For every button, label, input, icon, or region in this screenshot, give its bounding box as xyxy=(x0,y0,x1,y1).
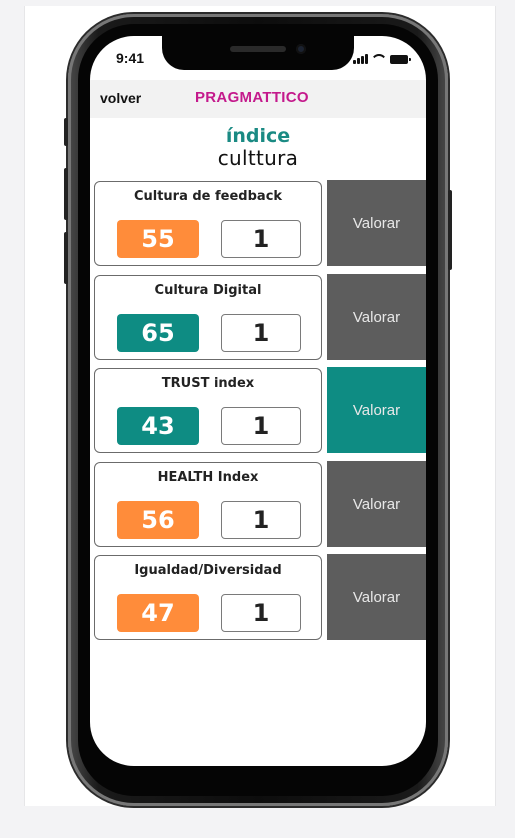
index-list: Cultura de feedback 55 1 Valorar Cultura… xyxy=(94,180,426,648)
camera-icon xyxy=(296,44,306,54)
status-time: 9:41 xyxy=(116,50,145,66)
back-button[interactable]: volver xyxy=(100,90,141,106)
indice-culttura-logo: índice culttura xyxy=(90,126,426,170)
score-badge: 55 xyxy=(117,220,199,258)
index-title: Cultura Digital xyxy=(154,282,262,298)
index-title: Cultura de feedback xyxy=(133,189,283,204)
phone-screen: 9:41 volver PRAGMATTICO índice culttura … xyxy=(90,36,426,766)
count-box: 1 xyxy=(221,500,301,539)
signal-icon xyxy=(353,54,368,64)
score-badge: 65 xyxy=(117,313,199,352)
count-box: 1 xyxy=(221,594,301,632)
index-card: Cultura de feedback 55 1 xyxy=(94,181,322,266)
brand-title: PRAGMATTICO xyxy=(195,89,309,106)
score-badge: 47 xyxy=(117,594,199,632)
valorar-button[interactable]: Valorar xyxy=(327,367,426,453)
count-box: 1 xyxy=(221,313,301,352)
score-badge: 56 xyxy=(117,500,199,539)
score-badge: 43 xyxy=(117,407,199,445)
battery-icon xyxy=(390,55,411,64)
notch xyxy=(162,36,354,70)
index-title: Igualdad/Diversidad xyxy=(134,563,282,578)
valorar-button[interactable]: Valorar xyxy=(327,460,426,547)
list-item: TRUST index 43 1 Valorar xyxy=(94,367,426,453)
valorar-button[interactable]: Valorar xyxy=(327,554,426,640)
logo-line-1: índice xyxy=(225,125,291,147)
valorar-button[interactable]: Valorar xyxy=(327,180,426,266)
phone-power-button xyxy=(448,190,452,270)
count-box: 1 xyxy=(221,407,301,445)
logo-line-2: culttura xyxy=(217,146,299,170)
list-item: Igualdad/Diversidad 47 1 Valorar xyxy=(94,554,426,640)
speaker-grille xyxy=(230,46,286,52)
list-item: Cultura de feedback 55 1 Valorar xyxy=(94,180,426,266)
index-card: TRUST index 43 1 xyxy=(94,368,322,453)
wifi-icon xyxy=(372,53,386,64)
index-title: TRUST index xyxy=(161,376,255,391)
valorar-button[interactable]: Valorar xyxy=(327,273,426,360)
status-icons xyxy=(353,52,411,64)
list-item: HEALTH Index 56 1 Valorar xyxy=(94,460,426,547)
app-bar: volver PRAGMATTICO xyxy=(90,80,426,118)
count-box: 1 xyxy=(221,220,301,258)
index-card: Igualdad/Diversidad 47 1 xyxy=(94,555,322,640)
index-card: HEALTH Index 56 1 xyxy=(94,461,322,547)
phone-volume-up-button xyxy=(64,168,68,220)
phone-side-button xyxy=(64,118,68,146)
index-title: HEALTH Index xyxy=(157,469,259,485)
index-card: Cultura Digital 65 1 xyxy=(94,274,322,360)
list-item: Cultura Digital 65 1 Valorar xyxy=(94,273,426,360)
phone-volume-down-button xyxy=(64,232,68,284)
